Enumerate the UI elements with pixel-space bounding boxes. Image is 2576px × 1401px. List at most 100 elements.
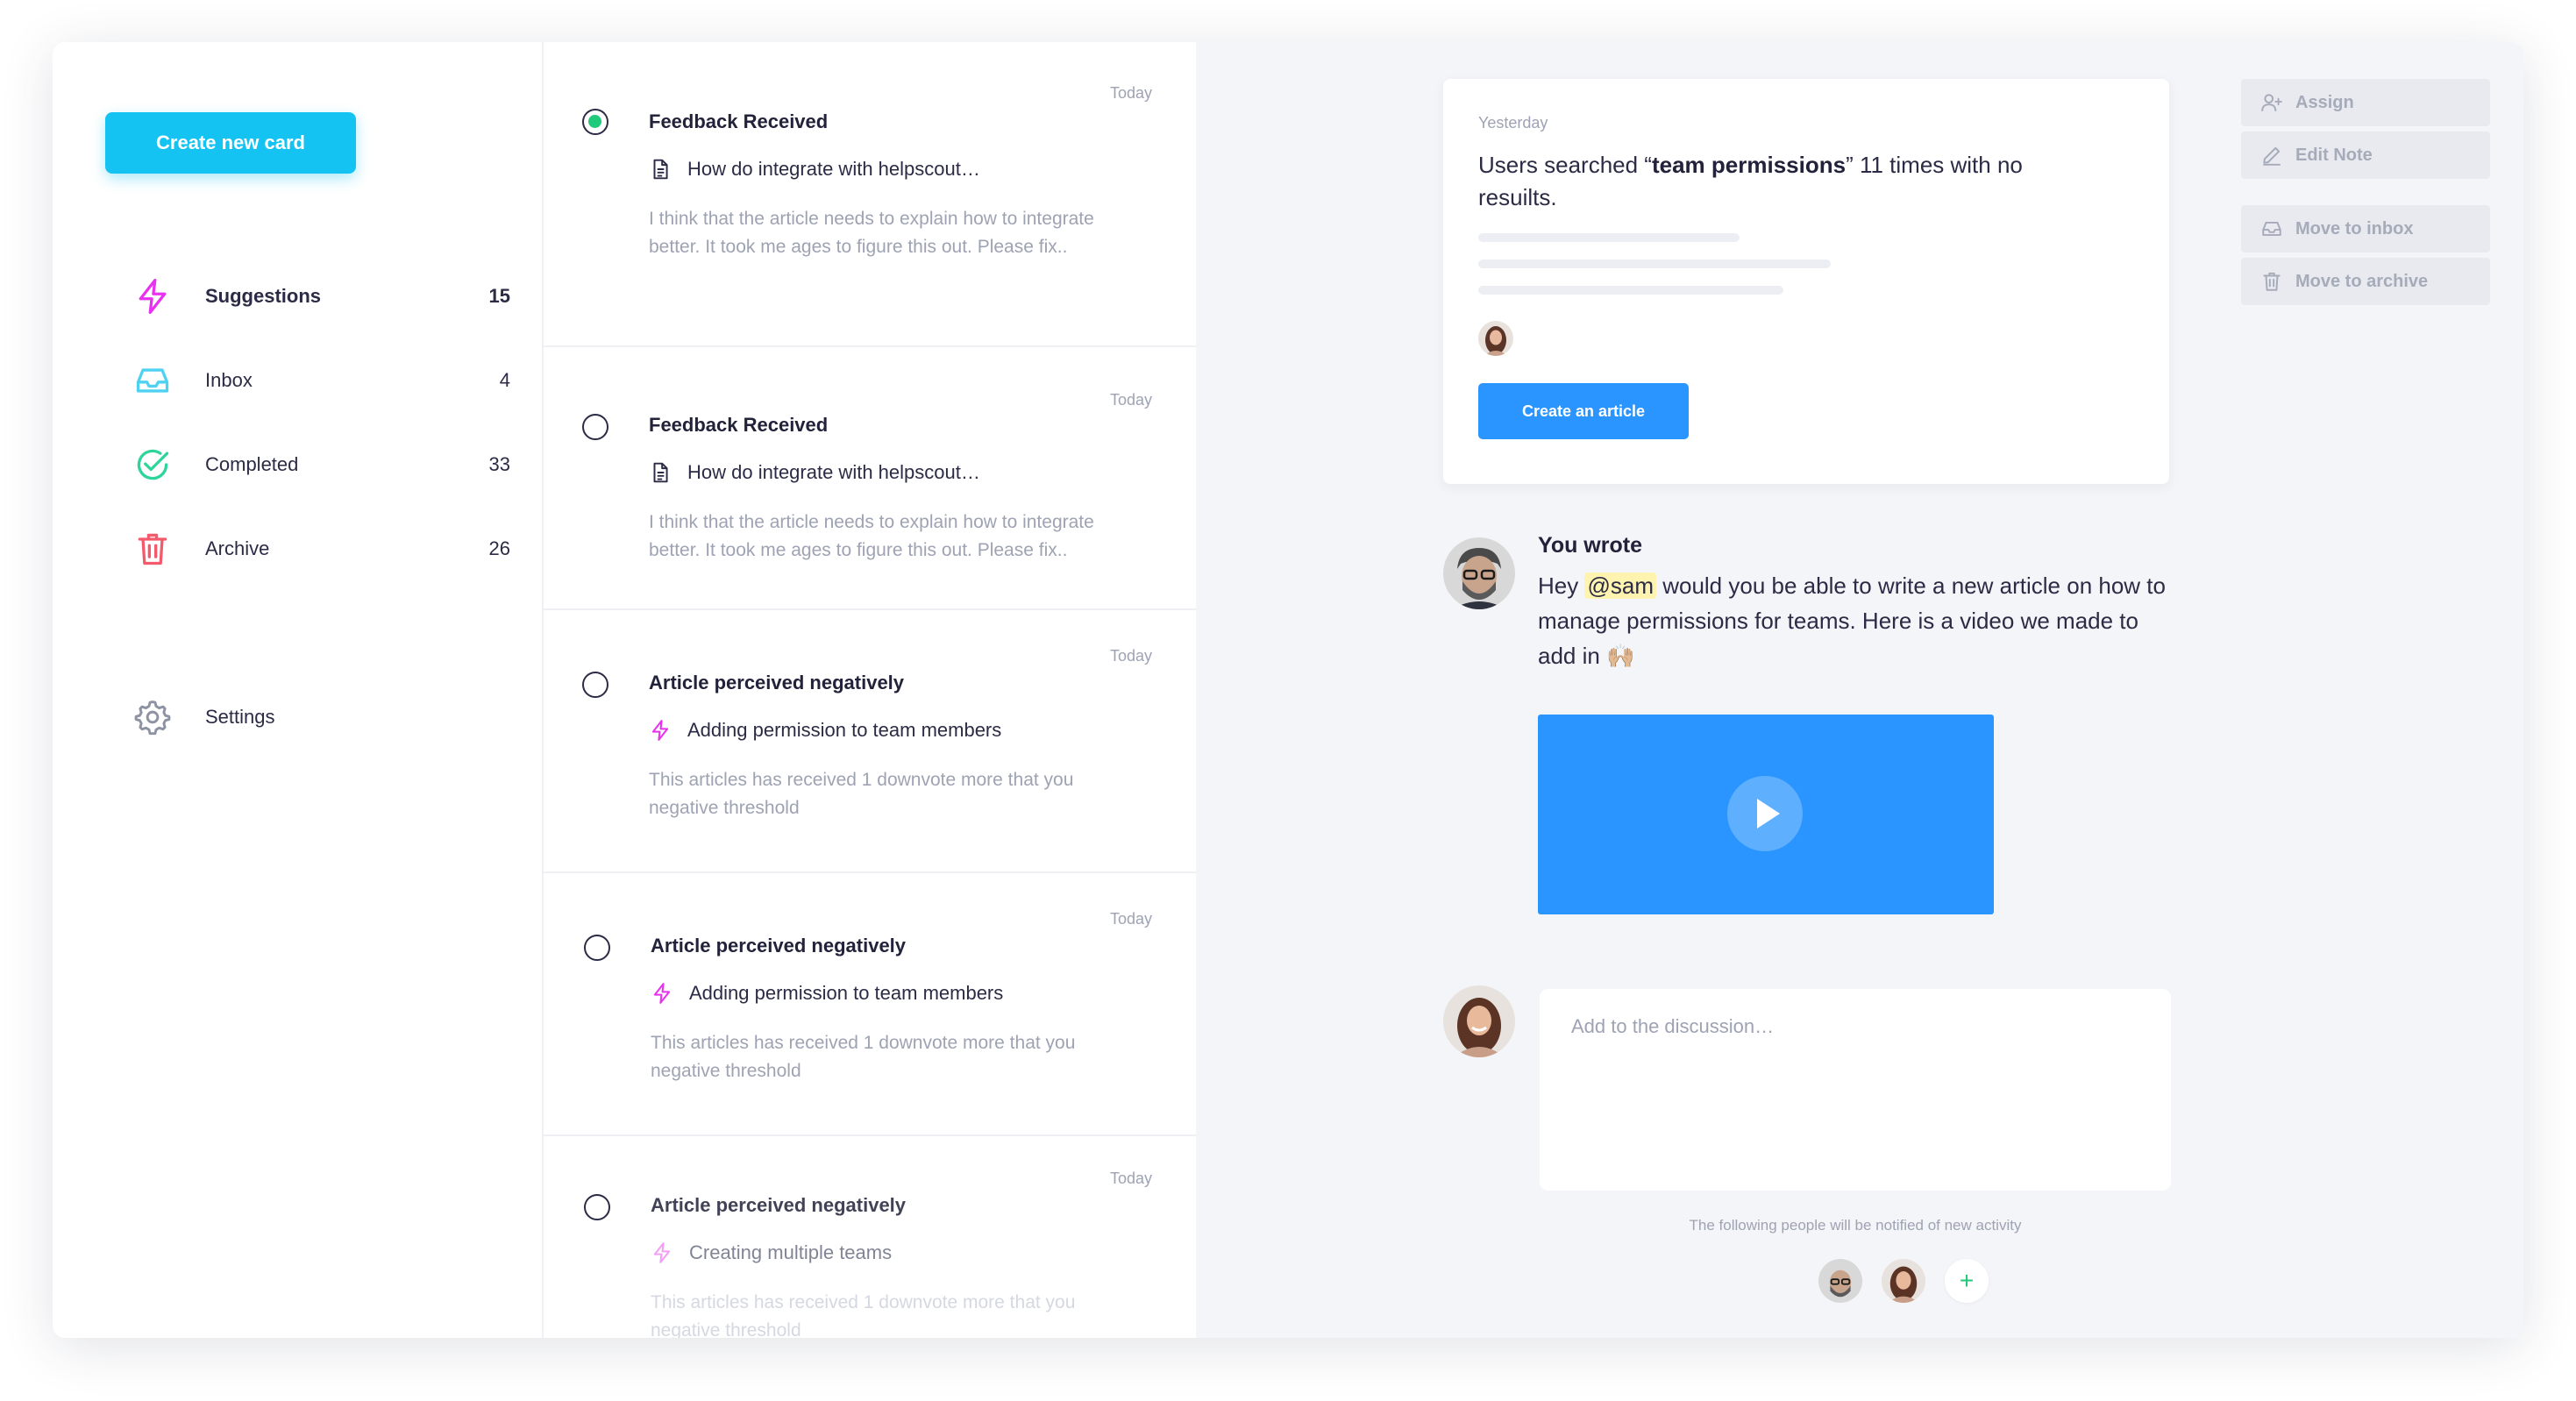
avatar (1443, 985, 1515, 1057)
message-body: Hey @sam would you be able to write a ne… (1538, 568, 2178, 673)
skeleton-line (1478, 286, 1783, 295)
insight-search-term: team permissions (1651, 152, 1847, 178)
notified-people: + (1818, 1259, 1989, 1303)
sidebar-item-label: Settings (205, 706, 275, 728)
card-radio[interactable] (582, 672, 608, 698)
card-title: Feedback Received (649, 414, 829, 436)
card-subject-text: How do integrate with helpscout… (687, 461, 980, 483)
card-title: Article perceived negatively (649, 672, 905, 693)
pencil-icon (2263, 146, 2281, 166)
skeleton-line (1478, 233, 1740, 242)
sidebar-item-count: 26 (488, 537, 510, 559)
sidebar-item-label: Archive (205, 537, 270, 559)
card-radio[interactable] (584, 935, 610, 961)
assign-button[interactable]: Assign (2241, 79, 2490, 126)
card-description: I think that the article needs to explai… (649, 512, 1094, 560)
sidebar-item-archive[interactable]: Archive 26 (53, 523, 542, 575)
card-radio[interactable] (584, 1194, 610, 1220)
sidebar-item-count: 33 (488, 453, 510, 475)
insight-text: Users searched “team permissions” 11 tim… (1478, 149, 2039, 214)
add-user-icon (2261, 94, 2282, 111)
list-item[interactable]: Today Feedback Received How do integrate… (544, 84, 1196, 347)
move-to-archive-label: Move to archive (2295, 271, 2429, 291)
bolt-icon (653, 1242, 671, 1263)
create-new-card-button[interactable]: Create new card (105, 112, 356, 174)
bolt-icon (651, 720, 669, 741)
insight-text-pre: Users searched “ (1478, 152, 1652, 178)
avatar (1478, 321, 1513, 356)
card-subject: Creating multiple teams (651, 1241, 892, 1264)
list-item[interactable]: Today Article perceived negatively Addin… (544, 610, 1196, 873)
message-author: You wrote (1538, 533, 1642, 558)
card-date: Today (1109, 647, 1152, 665)
video-player[interactable] (1538, 715, 1994, 914)
card-description: This articles has received 1 downvote mo… (651, 1292, 1076, 1338)
card-subject-text: How do integrate with helpscout… (687, 158, 980, 180)
skeleton-line (1478, 260, 1831, 268)
notify-text: The following people will be notified of… (1689, 1217, 2022, 1234)
card-list: Today Feedback Received How do integrate… (544, 42, 1196, 1338)
card-subject-text: Adding permission to team members (687, 719, 1002, 741)
inbox-icon (2262, 221, 2281, 237)
bolt-icon (653, 983, 671, 1004)
card-description: This articles has received 1 downvote mo… (649, 770, 1074, 818)
avatar[interactable] (1818, 1259, 1862, 1303)
move-to-archive-button[interactable]: Move to archive (2241, 258, 2490, 305)
card-title: Article perceived negatively (651, 1194, 907, 1216)
avatar (1443, 537, 1515, 609)
add-person-button[interactable]: + (1945, 1259, 1989, 1303)
sidebar-item-label: Completed (205, 453, 299, 475)
avatar[interactable] (1882, 1259, 1925, 1303)
card-description: This articles has received 1 downvote mo… (651, 1033, 1076, 1081)
inbox-icon (136, 368, 169, 393)
card-radio[interactable] (582, 414, 608, 440)
sidebar-item-label: Suggestions (205, 285, 322, 307)
detail-pane: Yesterday Users searched “team permissio… (1196, 42, 2523, 1338)
document-icon (653, 159, 668, 180)
mention-tag[interactable]: @sam (1584, 572, 1656, 599)
sidebar-item-label: Inbox (205, 369, 253, 391)
move-to-inbox-button[interactable]: Move to inbox (2241, 205, 2490, 252)
card-date: Today (1109, 910, 1152, 928)
check-circle-icon (137, 449, 169, 480)
sidebar: Create new card Suggestions 15 Inbox 4 C… (53, 42, 544, 1338)
document-icon (653, 462, 668, 483)
card-radio[interactable] (582, 109, 608, 135)
edit-note-label: Edit Note (2295, 145, 2373, 165)
app-window: Create new card Suggestions 15 Inbox 4 C… (53, 42, 2523, 1338)
card-subject: How do integrate with helpscout… (649, 461, 980, 484)
insight-card: Yesterday Users searched “team permissio… (1443, 79, 2169, 484)
sidebar-item-inbox[interactable]: Inbox 4 (53, 354, 542, 407)
sidebar-item-suggestions[interactable]: Suggestions 15 (53, 270, 542, 323)
play-icon[interactable] (1727, 776, 1803, 851)
move-to-inbox-label: Move to inbox (2295, 218, 2414, 238)
card-description: I think that the article needs to explai… (649, 209, 1094, 257)
card-title: Feedback Received (649, 110, 829, 132)
list-item[interactable]: Today Article perceived negatively Creat… (544, 1136, 1196, 1338)
card-subject-text: Creating multiple teams (689, 1241, 893, 1263)
list-item[interactable]: Today Feedback Received How do integrate… (544, 347, 1196, 610)
sidebar-item-count: 15 (488, 285, 510, 307)
gear-icon (134, 700, 171, 736)
card-date: Today (1109, 84, 1152, 102)
card-subject: Adding permission to team members (651, 982, 1003, 1005)
bolt-icon (139, 279, 167, 314)
edit-note-button[interactable]: Edit Note (2241, 132, 2490, 179)
list-item[interactable]: Today Article perceived negatively Addin… (544, 873, 1196, 1136)
card-date: Today (1109, 1170, 1152, 1187)
card-title: Article perceived negatively (651, 935, 907, 957)
sidebar-item-settings[interactable]: Settings (53, 691, 542, 743)
sidebar-item-count: 4 (499, 369, 510, 391)
card-subject-text: Adding permission to team members (689, 982, 1004, 1004)
insight-date: Yesterday (1478, 114, 1548, 132)
message-text-pre: Hey (1538, 572, 1585, 599)
discussion-input[interactable] (1540, 989, 2171, 1191)
trash-icon (2263, 272, 2281, 291)
card-subject: How do integrate with helpscout… (649, 158, 980, 181)
create-article-button[interactable]: Create an article (1478, 383, 1689, 439)
card-subject: Adding permission to team members (649, 719, 1001, 742)
trash-icon (138, 533, 167, 565)
assign-label: Assign (2295, 92, 2354, 112)
sidebar-item-completed[interactable]: Completed 33 (53, 438, 542, 491)
card-date: Today (1109, 391, 1152, 409)
